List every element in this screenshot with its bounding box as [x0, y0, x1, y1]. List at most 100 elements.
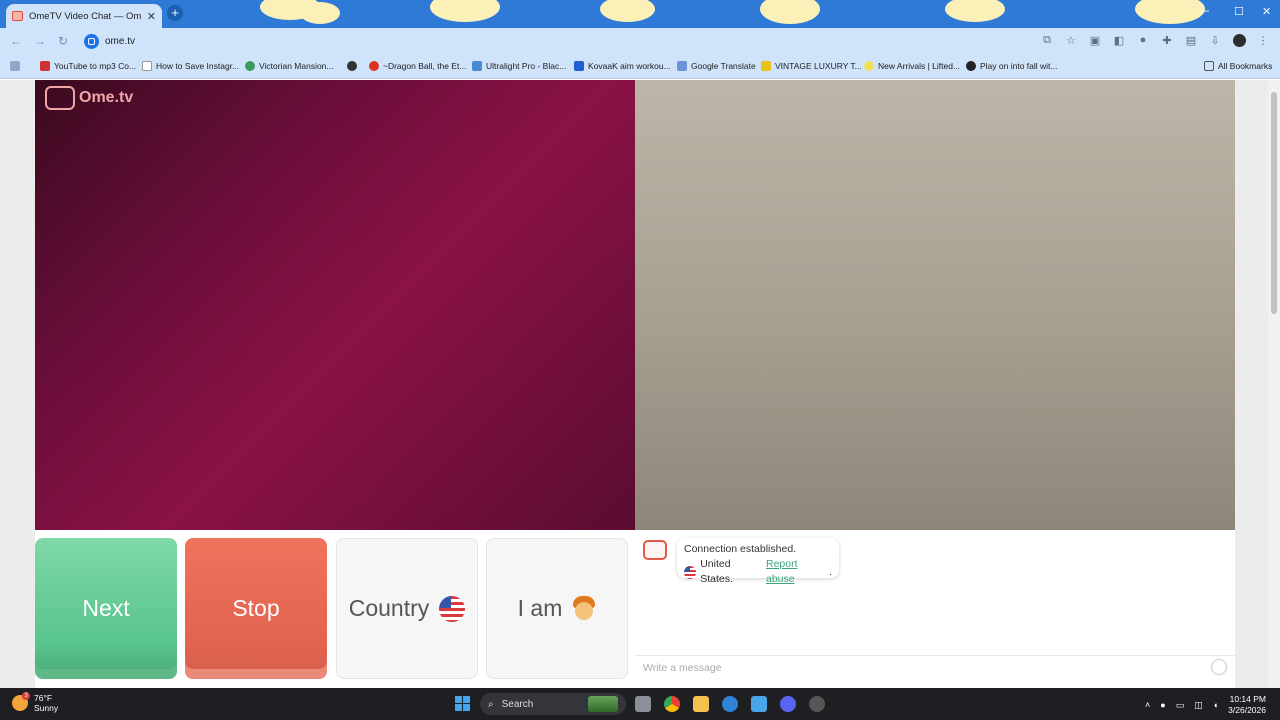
bookmark-item[interactable]: ~Dragon Ball, the Et...: [369, 61, 466, 71]
task-view-icon[interactable]: [635, 696, 651, 712]
chrome-icon[interactable]: [664, 696, 680, 712]
new-tab-button[interactable]: +: [167, 5, 183, 21]
chevron-up-icon[interactable]: ˄: [1145, 700, 1150, 710]
chat-controls: Next Stop Country I am: [35, 538, 635, 680]
bookmark-star-icon[interactable]: ☆: [1064, 34, 1078, 50]
search-icon: ⌕: [488, 698, 494, 710]
bookmark-favicon-icon: [40, 61, 50, 71]
side-panel-icon[interactable]: ▤: [1184, 34, 1198, 50]
bookmark-item[interactable]: YouTube to mp3 Co...: [40, 61, 136, 71]
folder-icon: [1204, 61, 1214, 71]
bookmark-favicon-icon: [864, 61, 874, 71]
ometv-favicon-icon: [12, 11, 23, 21]
browser-toolbar: ← → ↻ ome.tv ⧉ ☆ ▣ ◧ ● ✚ ▤ ⇩ ⋮: [0, 28, 1280, 55]
bookmark-item[interactable]: Play on into fall wit...: [966, 61, 1057, 71]
ometv-logo[interactable]: Ome.tv: [45, 86, 133, 110]
reload-icon[interactable]: ↻: [58, 34, 68, 48]
browser-tab-ometv[interactable]: OmeTV Video Chat — Ome ✕: [6, 4, 162, 28]
bookmarks-bar: YouTube to mp3 Co... How to Save Instagr…: [0, 55, 1280, 79]
site-info-icon[interactable]: [84, 34, 99, 49]
page-background: Ome.tv Next Stop Country I am Connection…: [0, 80, 1280, 688]
bookmark-favicon-icon: [472, 61, 482, 71]
bookmark-item[interactable]: How to Save Instagr...: [142, 61, 239, 71]
bookmark-item[interactable]: KovaaK aim workou...: [574, 61, 671, 71]
volume-icon[interactable]: ◖: [1213, 700, 1218, 710]
extension-icon[interactable]: ●: [1136, 34, 1150, 50]
emoji-smile-icon[interactable]: [1211, 659, 1227, 675]
bookmark-favicon-icon: [245, 61, 255, 71]
bookmark-favicon-icon: [677, 61, 687, 71]
search-highlight-image: [588, 696, 618, 712]
cloud-decoration: [945, 0, 1005, 22]
back-arrow-icon[interactable]: ←: [10, 34, 22, 48]
cloud-decoration: [600, 0, 655, 22]
steam-icon[interactable]: [809, 696, 825, 712]
profile-avatar[interactable]: [1232, 34, 1246, 50]
display-icon[interactable]: ▭: [1176, 700, 1185, 711]
extension-icon[interactable]: ◧: [1112, 34, 1126, 50]
bookmark-favicon-icon: [369, 61, 379, 71]
address-bar[interactable]: ome.tv: [105, 36, 135, 47]
us-flag-icon: [684, 565, 697, 579]
cloud-decoration: [300, 2, 340, 24]
ometv-tv-icon: [45, 86, 75, 110]
extension-icon[interactable]: ▣: [1088, 34, 1102, 50]
ometv-stage: Ome.tv Next Stop Country I am Connection…: [35, 80, 1235, 688]
windows-taskbar: 3 76°F Sunny ⌕ Search ˄ ● ▭ ◫ ◖ 10:14 PM…: [0, 688, 1280, 720]
install-app-icon[interactable]: ⧉: [1040, 34, 1054, 50]
app-icon[interactable]: [751, 696, 767, 712]
chat-panel: Connection established. United States. R…: [635, 530, 1235, 688]
bookmark-favicon-icon: [142, 61, 152, 71]
bookmark-item[interactable]: New Arrivals | Lifted...: [864, 61, 960, 71]
bookmark-favicon-icon: [574, 61, 584, 71]
bookmark-item[interactable]: [347, 61, 361, 71]
browser-tabstrip: OmeTV Video Chat — Ome ✕ + — ☐ ✕: [0, 0, 1280, 28]
bookmark-item[interactable]: Ultralight Pro - Blac...: [472, 61, 566, 71]
discord-icon[interactable]: [780, 696, 796, 712]
close-window-icon[interactable]: ✕: [1262, 5, 1271, 18]
maximize-icon[interactable]: ☐: [1234, 5, 1244, 18]
scrollbar-thumb[interactable]: [1271, 92, 1277, 314]
cloud-decoration: [760, 0, 820, 24]
bookmark-item[interactable]: Victorian Mansion...: [245, 61, 334, 71]
extensions-puzzle-icon[interactable]: ✚: [1160, 34, 1174, 50]
bookmark-item[interactable]: Google Translate: [677, 61, 756, 71]
cloud-decoration: [1135, 0, 1205, 24]
gender-button[interactable]: I am: [486, 538, 628, 679]
bookmark-favicon-icon: [761, 61, 771, 71]
windows-start-icon[interactable]: [455, 696, 470, 711]
toolbar-actions: ⧉ ☆ ▣ ◧ ● ✚ ▤ ⇩ ⋮: [1040, 34, 1270, 50]
self-video: [635, 80, 1235, 530]
system-tray: ˄ ● ▭ ◫ ◖ 10:14 PM 3/26/2026: [1145, 694, 1266, 716]
apps-grid-icon[interactable]: [10, 61, 20, 71]
bookmark-favicon-icon: [347, 61, 357, 71]
system-message: Connection established. United States. R…: [677, 538, 839, 585]
downloads-icon[interactable]: ⇩: [1208, 34, 1222, 50]
forward-arrow-icon[interactable]: →: [34, 34, 46, 48]
menu-kebab-icon[interactable]: ⋮: [1256, 34, 1270, 50]
cloud-decoration: [430, 0, 500, 22]
report-abuse-link[interactable]: Report abuse: [766, 557, 825, 587]
next-button[interactable]: Next: [35, 538, 177, 679]
minimize-icon[interactable]: —: [1198, 5, 1209, 17]
taskbar-search[interactable]: ⌕ Search: [480, 693, 626, 715]
us-flag-icon: [439, 595, 466, 622]
tab-title: OmeTV Video Chat — Ome: [29, 10, 141, 22]
taskbar-clock[interactable]: 10:14 PM 3/26/2026: [1228, 694, 1266, 716]
stop-button[interactable]: Stop: [185, 538, 327, 679]
close-tab-icon[interactable]: ✕: [147, 10, 156, 23]
ometv-chat-icon: [643, 540, 667, 560]
page-scrollbar[interactable]: [1268, 80, 1280, 688]
microphone-icon[interactable]: ●: [1160, 700, 1165, 710]
sun-weather-icon: 3: [12, 692, 30, 711]
stranger-video: Ome.tv: [35, 80, 635, 530]
network-icon[interactable]: ◫: [1194, 700, 1203, 711]
all-bookmarks[interactable]: All Bookmarks: [1204, 61, 1272, 71]
bookmark-item[interactable]: VINTAGE LUXURY T...: [761, 61, 862, 71]
country-button[interactable]: Country: [336, 538, 478, 679]
file-explorer-icon[interactable]: [693, 696, 709, 712]
message-input[interactable]: Write a message: [635, 655, 1235, 681]
weather-widget[interactable]: 3 76°F Sunny: [12, 692, 58, 713]
ccleaner-icon[interactable]: [722, 696, 738, 712]
bookmark-favicon-icon: [966, 61, 976, 71]
